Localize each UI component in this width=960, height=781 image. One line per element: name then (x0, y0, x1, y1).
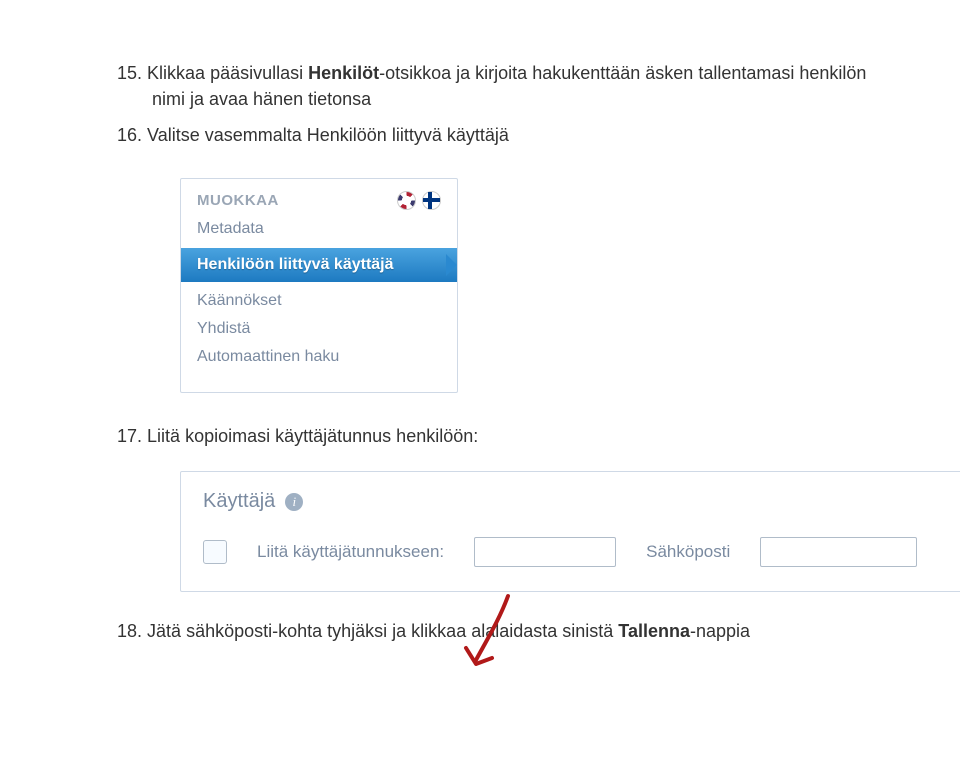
menu-item-merge[interactable]: Yhdistä (197, 320, 441, 338)
email-input[interactable] (760, 537, 917, 567)
step-15-num: 15. (117, 63, 142, 83)
finnish-flag-icon[interactable] (422, 191, 441, 210)
user-panel-form-row: Liitä käyttäjätunnukseen: Sähköposti (203, 537, 943, 567)
edit-panel-header: MUOKKAA (197, 191, 441, 210)
step-18-bold: Tallenna (618, 621, 690, 641)
username-input[interactable] (474, 537, 616, 567)
menu-item-metadata[interactable]: Metadata (197, 220, 441, 238)
step-18-pre: Jätä sähköposti-kohta tyhjäksi ja klikka… (147, 621, 618, 641)
attach-checkbox[interactable] (203, 540, 227, 564)
menu-item-translations[interactable]: Käännökset (197, 292, 441, 310)
edit-panel: MUOKKAA Metadata Henkilöön liittyvä käyt… (180, 178, 458, 393)
edit-panel-title: MUOKKAA (197, 192, 279, 209)
step-17: 17. Liitä kopioimasi käyttäjätunnus henk… (152, 423, 890, 449)
step-16: 16. Valitse vasemmalta Henkilöön liittyv… (152, 122, 890, 148)
user-panel-title: Käyttäjä (203, 490, 275, 513)
step-16-text: Valitse vasemmalta Henkilöön liittyvä kä… (147, 125, 509, 145)
step-17-num: 17. (117, 426, 142, 446)
menu-item-autosearch[interactable]: Automaattinen haku (197, 348, 441, 366)
step-15: 15. Klikkaa pääsivullasi Henkilöt-otsikk… (152, 60, 890, 112)
step-15-pre: Klikkaa pääsivullasi (147, 63, 308, 83)
step-16-num: 16. (117, 125, 142, 145)
menu-item-linked-user[interactable]: Henkilöön liittyvä käyttäjä (181, 248, 457, 282)
english-flag-icon[interactable] (397, 191, 416, 210)
attach-label: Liitä käyttäjätunnukseen: (257, 542, 444, 562)
user-panel: Käyttäjä i Liitä käyttäjätunnukseen: Säh… (180, 471, 960, 592)
user-panel-title-row: Käyttäjä i (203, 490, 943, 513)
step-17-text: Liitä kopioimasi käyttäjätunnus henkilöö… (147, 426, 478, 446)
info-icon[interactable]: i (285, 493, 303, 511)
email-label: Sähköposti (646, 542, 730, 562)
step-18-num: 18. (117, 621, 142, 641)
hand-drawn-arrow-icon (448, 588, 528, 683)
step-18-suf: -nappia (690, 621, 750, 641)
step-15-bold: Henkilöt (308, 63, 379, 83)
